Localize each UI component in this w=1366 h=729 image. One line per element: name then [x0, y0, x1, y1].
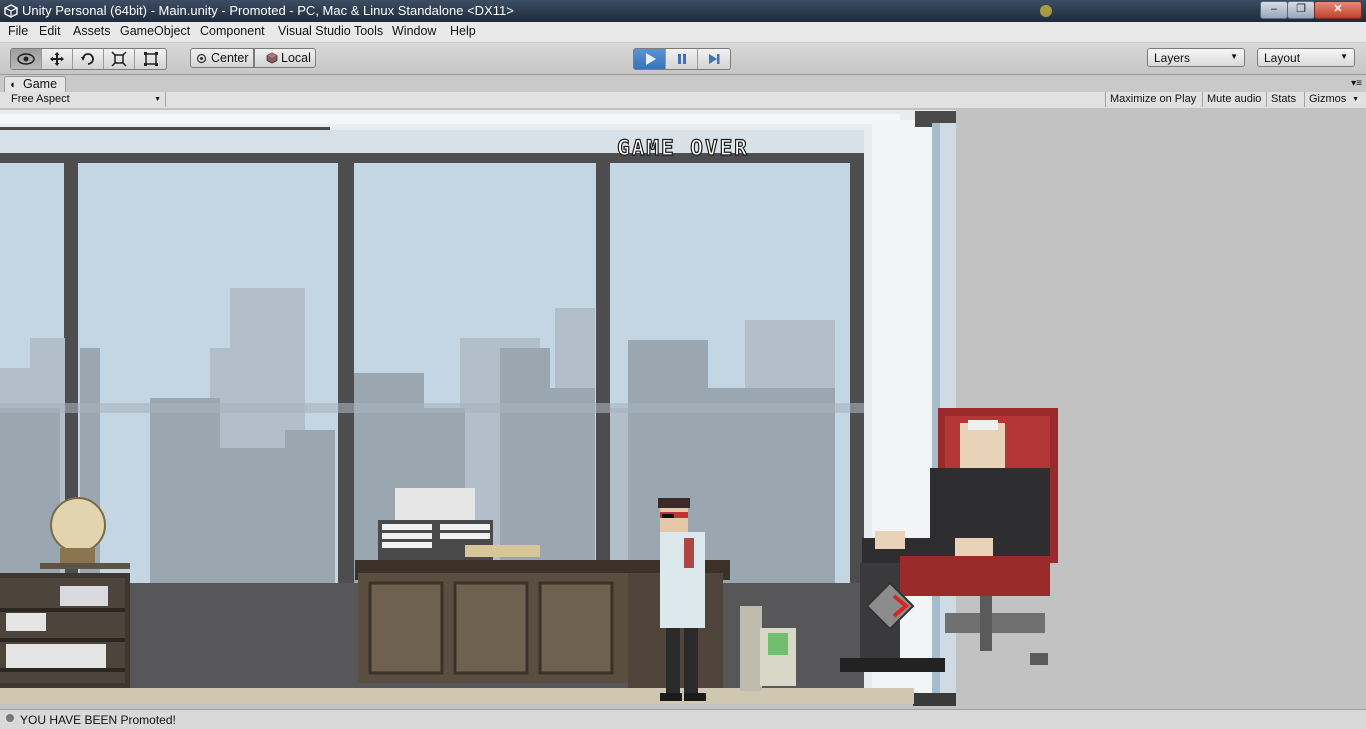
pivot-rotation-label: Local — [281, 51, 311, 65]
transform-tools — [10, 48, 167, 70]
aspect-dropdown[interactable]: Free Aspect ▼ — [4, 92, 166, 107]
status-message[interactable]: YOU HAVE BEEN Promoted! — [20, 713, 176, 727]
chevron-down-icon: ▼ — [1340, 52, 1348, 61]
tab-game-label: Game — [23, 77, 58, 91]
floor — [0, 688, 914, 704]
rect-tool-button[interactable] — [135, 49, 166, 69]
tray-icon — [1040, 5, 1052, 17]
menu-file[interactable]: File — [8, 24, 28, 38]
menu-assets[interactable]: Assets — [73, 24, 111, 38]
pivot-rotation-button[interactable]: Local — [254, 48, 316, 68]
scale-tool-button[interactable] — [104, 49, 135, 69]
pivot-mode-label: Center — [211, 51, 249, 65]
tab-game[interactable]: ◖ Game — [4, 76, 67, 93]
gizmos-label: Gizmos — [1309, 93, 1347, 105]
minimize-button[interactable]: – — [1260, 1, 1288, 19]
move-tool-button[interactable] — [42, 49, 73, 69]
pause-icon — [677, 54, 686, 64]
pause-button[interactable] — [666, 49, 698, 69]
move-icon — [50, 52, 64, 66]
game-scene: GAME OVER — [0, 108, 1366, 706]
menu-gameobject[interactable]: GameObject — [120, 24, 190, 38]
game-viewport[interactable]: GAME OVER — [0, 108, 1366, 706]
rotate-icon — [81, 53, 94, 65]
game-view-controls: Free Aspect ▼ Maximize on Play Mute audi… — [0, 92, 1366, 109]
eye-icon — [17, 53, 35, 65]
rect-tool-icon — [143, 52, 158, 66]
mute-audio-toggle[interactable]: Mute audio — [1202, 92, 1265, 107]
rotate-tool-button[interactable] — [73, 49, 104, 69]
cube-icon — [266, 52, 278, 64]
info-icon — [6, 714, 14, 722]
unity-logo-icon — [4, 4, 18, 18]
gizmos-dropdown[interactable]: Gizmos ▼ — [1304, 92, 1362, 107]
chevron-down-icon: ▼ — [1230, 52, 1238, 61]
pivot-center-icon — [196, 53, 207, 64]
playback-controls — [633, 48, 731, 70]
layout-dropdown-label: Layout — [1264, 51, 1301, 65]
menu-edit[interactable]: Edit — [39, 24, 61, 38]
play-button[interactable] — [634, 49, 666, 69]
step-button[interactable] — [698, 49, 730, 69]
panel-menu-icon[interactable]: ▾≡ — [1351, 78, 1362, 89]
layers-dropdown[interactable]: Layers ▼ — [1147, 48, 1245, 67]
status-bar: YOU HAVE BEEN Promoted! — [0, 709, 1366, 729]
maximize-on-play-toggle[interactable]: Maximize on Play — [1105, 92, 1200, 107]
menu-help[interactable]: Help — [450, 24, 476, 38]
aspect-label: Free Aspect — [11, 93, 70, 105]
layers-dropdown-label: Layers — [1154, 51, 1191, 65]
game-over-text: GAME OVER — [617, 136, 749, 160]
menu-window[interactable]: Window — [392, 24, 436, 38]
window-title-bar: Unity Personal (64bit) - Main.unity - Pr… — [0, 0, 1366, 22]
main-toolbar: Center Local Layers ▼ Layout ▼ — [0, 43, 1366, 75]
step-icon — [709, 54, 720, 64]
view-hand-button[interactable] — [11, 49, 42, 69]
menu-bar: File Edit Assets GameObject Component Vi… — [0, 22, 1366, 43]
pivot-mode-button[interactable]: Center — [190, 48, 254, 68]
window-title: Unity Personal (64bit) - Main.unity - Pr… — [22, 3, 514, 18]
panel-tab-strip: ◖ Game ▾≡ — [0, 75, 1366, 93]
menu-visual-studio-tools[interactable]: Visual Studio Tools — [278, 24, 383, 38]
menu-component[interactable]: Component — [200, 24, 265, 38]
chevron-down-icon: ▼ — [1352, 96, 1359, 103]
game-pacman-icon: ◖ — [9, 79, 16, 91]
chevron-down-icon: ▼ — [154, 96, 161, 103]
close-button[interactable]: ✕ — [1314, 1, 1362, 19]
play-icon — [645, 53, 656, 65]
layout-dropdown[interactable]: Layout ▼ — [1257, 48, 1355, 67]
maximize-button[interactable]: ❐ — [1287, 1, 1315, 19]
scale-icon — [111, 51, 127, 67]
stats-toggle[interactable]: Stats — [1266, 92, 1300, 107]
